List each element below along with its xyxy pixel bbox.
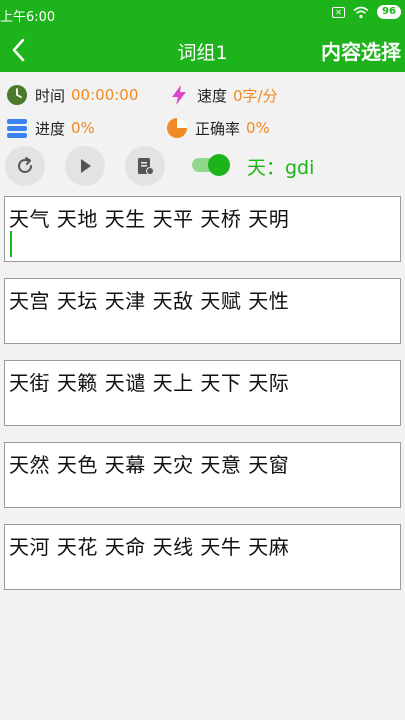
wifi-icon bbox=[353, 6, 369, 18]
content-select-button[interactable]: 内容选择 bbox=[321, 36, 401, 65]
word-group-text: 天街 天籁 天谴 天上 天下 天际 bbox=[9, 371, 290, 395]
word-group-box[interactable]: 天河 天花 天命 天线 天牛 天麻 bbox=[4, 524, 401, 590]
back-button[interactable] bbox=[6, 34, 36, 66]
code-hint: 天：gdi bbox=[247, 157, 315, 179]
speed-stat: 速度 0字/分 bbox=[168, 83, 278, 107]
refresh-icon bbox=[18, 157, 32, 173]
word-group-box[interactable]: 天街 天籁 天谴 天上 天下 天际 bbox=[4, 360, 401, 426]
progress-label: 进度 bbox=[35, 119, 66, 138]
hint-toggle[interactable] bbox=[192, 154, 232, 176]
pie-chart-icon bbox=[167, 118, 187, 138]
play-icon bbox=[81, 159, 91, 173]
play-button[interactable] bbox=[65, 146, 105, 186]
word-group-box[interactable]: 天宫 天坛 天津 天敌 天赋 天性 bbox=[4, 278, 401, 344]
word-group-box[interactable]: 天然 天色 天幕 天灾 天意 天窗 bbox=[4, 442, 401, 508]
app-bar: 词组1 内容选择 bbox=[0, 28, 405, 72]
toggle-knob bbox=[208, 154, 230, 176]
speed-value: 0字/分 bbox=[233, 86, 278, 105]
progress-stat: 进度 0% bbox=[6, 116, 95, 140]
accuracy-value: 0% bbox=[246, 119, 270, 137]
time-stat: 时间 00:00:00 bbox=[6, 83, 138, 107]
time-label: 时间 bbox=[35, 86, 66, 105]
status-bar: 上午6:00 ✕ 96 bbox=[0, 0, 405, 28]
text-cursor bbox=[10, 231, 12, 257]
progress-value: 0% bbox=[71, 119, 95, 137]
progress-bars-icon bbox=[7, 119, 27, 138]
status-time: 上午6:00 bbox=[0, 10, 56, 25]
word-group-text: 天气 天地 天生 天平 天桥 天明 bbox=[9, 207, 290, 231]
restart-button[interactable] bbox=[5, 146, 45, 186]
accuracy-stat: 正确率 0% bbox=[166, 116, 270, 140]
battery-indicator: 96 bbox=[377, 5, 401, 19]
record-button[interactable] bbox=[125, 146, 165, 186]
sim-icon: ✕ bbox=[332, 6, 346, 18]
word-group-text: 天然 天色 天幕 天灾 天意 天窗 bbox=[9, 453, 290, 477]
clock-icon bbox=[7, 85, 27, 105]
word-group-box[interactable]: 天气 天地 天生 天平 天桥 天明 bbox=[4, 196, 401, 262]
word-group-text: 天宫 天坛 天津 天敌 天赋 天性 bbox=[9, 289, 290, 313]
speed-label: 速度 bbox=[197, 86, 228, 105]
record-icon bbox=[138, 158, 154, 175]
lightning-icon bbox=[172, 85, 186, 105]
word-group-text: 天河 天花 天命 天线 天牛 天麻 bbox=[9, 535, 290, 559]
time-value: 00:00:00 bbox=[71, 86, 139, 104]
accuracy-label: 正确率 bbox=[195, 119, 241, 138]
back-arrow-icon bbox=[12, 38, 25, 62]
